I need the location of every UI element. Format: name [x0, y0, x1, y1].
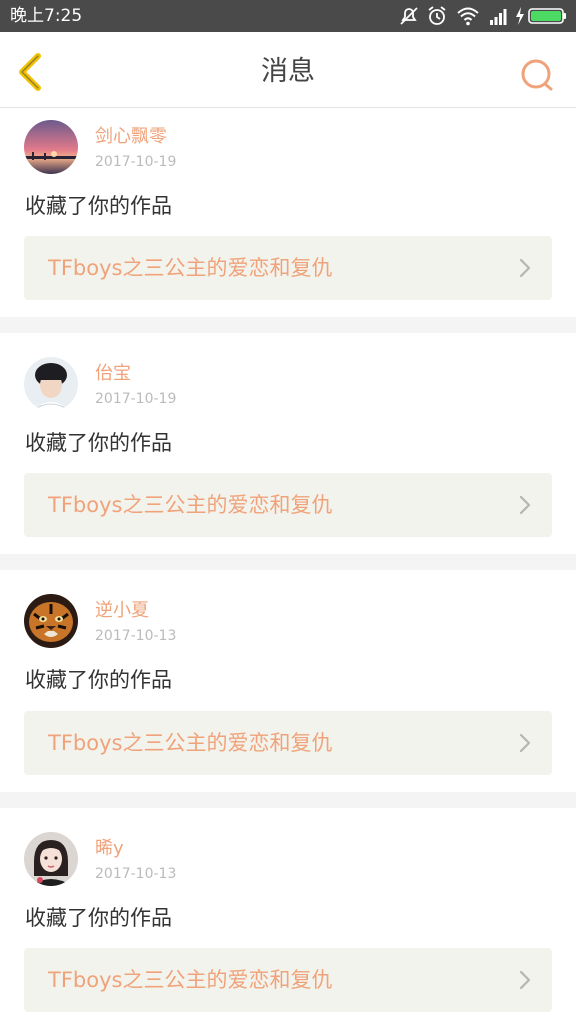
work-link[interactable]: TFboys之三公主的爱恋和复仇	[24, 948, 552, 1012]
action-text: 收藏了你的作品	[25, 431, 172, 455]
message-date: 2017-10-13	[95, 866, 177, 882]
message-date: 2017-10-19	[95, 154, 177, 170]
card-divider	[0, 554, 576, 570]
card-divider	[0, 792, 576, 808]
card-divider	[0, 317, 576, 333]
battery-icon	[528, 8, 566, 24]
message-date: 2017-10-19	[95, 391, 177, 407]
message-card: 晞y 2017-10-13 收藏了你的作品 TFboys之三公主的爱恋和复仇	[0, 808, 576, 1024]
avatar[interactable]	[24, 357, 78, 411]
search-icon[interactable]	[518, 56, 558, 96]
action-text: 收藏了你的作品	[25, 906, 172, 930]
status-time: 晚上7:25	[10, 6, 83, 26]
avatar[interactable]	[24, 594, 78, 648]
username[interactable]: 逆小夏	[95, 600, 149, 622]
work-title: TFboys之三公主的爱恋和复仇	[48, 256, 333, 280]
message-card: 逆小夏 2017-10-13 收藏了你的作品 TFboys之三公主的爱恋和复仇	[0, 570, 576, 792]
chevron-right-icon	[519, 970, 531, 990]
message-date: 2017-10-13	[95, 628, 177, 644]
chevron-right-icon	[519, 258, 531, 278]
message-card: 佁宝 2017-10-19 收藏了你的作品 TFboys之三公主的爱恋和复仇	[0, 333, 576, 554]
avatar[interactable]	[24, 120, 78, 174]
chevron-right-icon	[519, 733, 531, 753]
work-title: TFboys之三公主的爱恋和复仇	[48, 968, 333, 992]
avatar[interactable]	[24, 832, 78, 886]
action-text: 收藏了你的作品	[25, 668, 172, 692]
work-link[interactable]: TFboys之三公主的爱恋和复仇	[24, 711, 552, 775]
charging-icon	[516, 7, 524, 25]
status-bar: 晚上7:25	[0, 0, 576, 32]
work-title: TFboys之三公主的爱恋和复仇	[48, 493, 333, 517]
chevron-right-icon	[519, 495, 531, 515]
work-link[interactable]: TFboys之三公主的爱恋和复仇	[24, 236, 552, 300]
page-title: 消息	[261, 56, 315, 87]
signal-icon	[490, 9, 507, 25]
message-card: 剑心飘零 2017-10-19 收藏了你的作品 TFboys之三公主的爱恋和复仇	[0, 109, 576, 317]
wifi-icon	[457, 7, 479, 26]
username[interactable]: 剑心飘零	[95, 126, 167, 148]
username[interactable]: 佁宝	[95, 363, 131, 385]
work-link[interactable]: TFboys之三公主的爱恋和复仇	[24, 473, 552, 537]
notification-off-icon	[400, 7, 418, 25]
alarm-icon	[428, 6, 446, 25]
username[interactable]: 晞y	[95, 838, 124, 860]
action-text: 收藏了你的作品	[25, 194, 172, 218]
nav-bar: 消息	[0, 32, 576, 108]
work-title: TFboys之三公主的爱恋和复仇	[48, 731, 333, 755]
